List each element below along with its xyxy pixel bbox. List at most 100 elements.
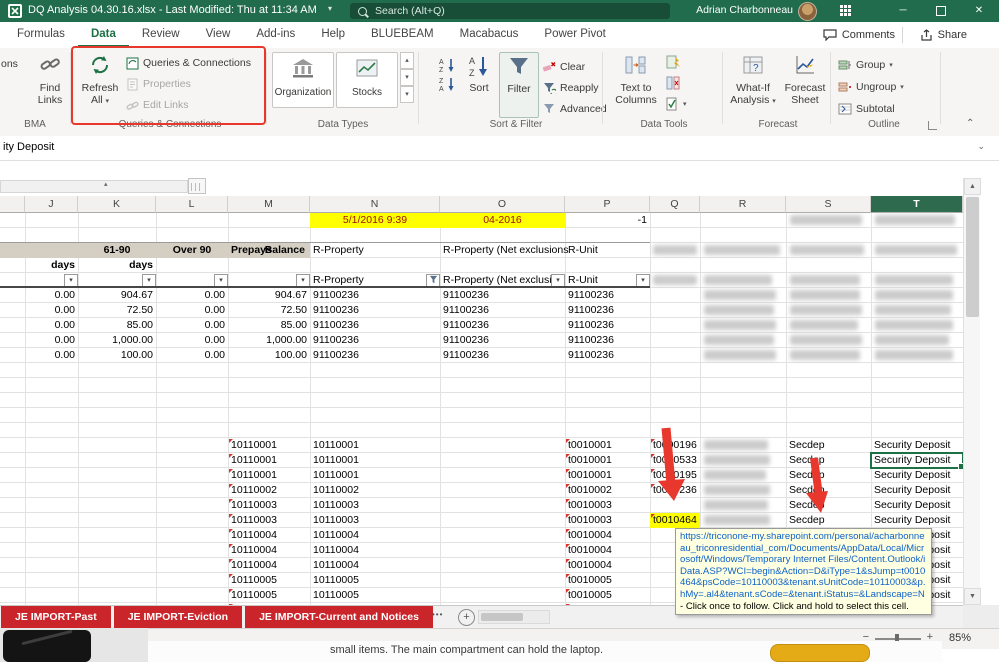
cell-r8-K[interactable]: 1,000.00 bbox=[78, 333, 156, 348]
ribbon-tab-help[interactable]: Help bbox=[308, 22, 358, 48]
cell-r7-J[interactable]: 0.00 bbox=[25, 318, 78, 333]
cell-r2-L[interactable]: Over 90 bbox=[156, 243, 228, 258]
cell-r18-Q[interactable]: t0000236 bbox=[650, 483, 700, 498]
cell-r17-S[interactable]: Secdep bbox=[786, 468, 871, 483]
horizontal-scroll-thumb[interactable] bbox=[481, 613, 523, 621]
title-caret-icon[interactable]: ▾ bbox=[328, 4, 332, 13]
cell-r5-L[interactable]: 0.00 bbox=[156, 288, 228, 303]
cell-r2-N[interactable]: R-Property bbox=[310, 243, 440, 258]
cell-r18-N[interactable]: 10110002 bbox=[310, 483, 440, 498]
cell-r2-O[interactable]: R-Property (Net exclusions bbox=[440, 243, 568, 258]
formula-bar[interactable]: ity Deposit ⌄ bbox=[0, 136, 999, 161]
cell-r0-N[interactable]: 5/1/2016 9:39 bbox=[310, 213, 440, 228]
cell-r20-T[interactable]: Security Deposit bbox=[871, 513, 963, 528]
vertical-scrollbar[interactable]: ▲ ▼ bbox=[963, 178, 981, 605]
cell-r17-N[interactable]: 10110001 bbox=[310, 468, 440, 483]
cell-r21-M[interactable]: 10110004 bbox=[228, 528, 310, 543]
column-header-N[interactable]: N bbox=[310, 196, 440, 213]
sheet-tab-overflow[interactable]: ••• bbox=[432, 610, 443, 619]
ribbon-tab-power-pivot[interactable]: Power Pivot bbox=[531, 22, 618, 48]
cell-r19-P[interactable]: t0010003 bbox=[565, 498, 650, 513]
formula-bar-expand-icon[interactable]: ⌄ bbox=[977, 141, 985, 152]
cell-r21-N[interactable]: 10110004 bbox=[310, 528, 440, 543]
vertical-scroll-thumb[interactable] bbox=[966, 197, 979, 317]
cell-r24-N[interactable]: 10110005 bbox=[310, 573, 440, 588]
zoom-level[interactable]: 85% bbox=[949, 632, 971, 644]
reapply-button[interactable]: Reapply bbox=[543, 79, 599, 97]
cell-r17-Q[interactable]: t0000195 bbox=[650, 468, 700, 483]
cell-r5-M[interactable]: 904.67 bbox=[228, 288, 310, 303]
pane-scroll-arrow-icon[interactable]: ▴ bbox=[104, 180, 108, 188]
cell-r19-M[interactable]: 10110003 bbox=[228, 498, 310, 513]
cell-r7-K[interactable]: 85.00 bbox=[78, 318, 156, 333]
cell-r9-K[interactable]: 100.00 bbox=[78, 348, 156, 363]
cell-r8-M[interactable]: 1,000.00 bbox=[228, 333, 310, 348]
cell-r16-M[interactable]: 10110001 bbox=[228, 453, 310, 468]
cell-r26-N[interactable]: 10110006 bbox=[310, 603, 440, 605]
cell-r7-M[interactable]: 85.00 bbox=[228, 318, 310, 333]
cell-r20-P[interactable]: t0010003 bbox=[565, 513, 650, 528]
find-links-button[interactable]: Find Links bbox=[28, 52, 72, 116]
cell-r19-T[interactable]: Security Deposit bbox=[871, 498, 963, 513]
dialog-launcher-icon[interactable] bbox=[928, 121, 937, 130]
sheet-tab-je-import-current-and-notices[interactable]: JE IMPORT-Current and Notices bbox=[245, 606, 433, 628]
cell-r17-P[interactable]: t0010001 bbox=[565, 468, 650, 483]
avatar[interactable] bbox=[798, 2, 817, 21]
sort-az-button[interactable]: AZ bbox=[437, 56, 459, 76]
cell-r24-P[interactable]: t0010005 bbox=[565, 573, 650, 588]
sort-za-button[interactable]: ZA bbox=[437, 75, 459, 95]
cell-r15-T[interactable]: Security Deposit bbox=[871, 438, 963, 453]
cell-r7-N[interactable]: 91100236 bbox=[310, 318, 440, 333]
cell-r19-S[interactable]: Secdep bbox=[786, 498, 871, 513]
cell-r0-P[interactable]: -1 bbox=[565, 213, 650, 228]
column-header-S[interactable]: S bbox=[786, 196, 871, 213]
clear-button[interactable]: Clear bbox=[543, 58, 585, 76]
cell-r9-O[interactable]: 91100236 bbox=[440, 348, 565, 363]
cell-r16-N[interactable]: 10110001 bbox=[310, 453, 440, 468]
cell-r5-J[interactable]: 0.00 bbox=[25, 288, 78, 303]
cell-r17-M[interactable]: 10110001 bbox=[228, 468, 310, 483]
scroll-up-button[interactable]: ▲ bbox=[964, 178, 981, 195]
cell-r5-P[interactable]: 91100236 bbox=[565, 288, 650, 303]
cell-r17-T[interactable]: Security Deposit bbox=[871, 468, 963, 483]
gallery-up-button[interactable]: ▴ bbox=[400, 52, 414, 69]
cell-r7-L[interactable]: 0.00 bbox=[156, 318, 228, 333]
search-box[interactable]: Search (Alt+Q) bbox=[350, 3, 670, 19]
cell-r16-S[interactable]: Secdep bbox=[786, 453, 871, 468]
cell-r21-P[interactable]: t0010004 bbox=[565, 528, 650, 543]
cell-r6-K[interactable]: 72.50 bbox=[78, 303, 156, 318]
remove-duplicates-button[interactable] bbox=[666, 76, 681, 90]
data-validation-button[interactable]: ▾ bbox=[666, 97, 687, 111]
cell-r3-K[interactable]: days bbox=[78, 258, 156, 273]
cell-r6-P[interactable]: 91100236 bbox=[565, 303, 650, 318]
cell-r18-M[interactable]: 10110002 bbox=[228, 483, 310, 498]
text-to-columns-button[interactable]: Text to Columns bbox=[612, 52, 660, 116]
cell-r25-N[interactable]: 10110005 bbox=[310, 588, 440, 603]
cell-r9-L[interactable]: 0.00 bbox=[156, 348, 228, 363]
gallery-more-button[interactable]: ▾ bbox=[400, 86, 414, 103]
maximize-button[interactable] bbox=[925, 0, 957, 22]
share-button[interactable]: Share bbox=[920, 25, 967, 45]
sheet-tab-je-import-past[interactable]: JE IMPORT-Past bbox=[1, 606, 111, 628]
close-button[interactable]: ✕ bbox=[963, 0, 995, 22]
comments-button[interactable]: Comments bbox=[823, 25, 895, 45]
pane-scrollbar-track[interactable] bbox=[0, 180, 188, 193]
column-header-L[interactable]: L bbox=[156, 196, 228, 213]
cell-r6-L[interactable]: 0.00 bbox=[156, 303, 228, 318]
cell-r20-M[interactable]: 10110003 bbox=[228, 513, 310, 528]
minimize-button[interactable]: ─ bbox=[887, 0, 919, 22]
cell-r9-M[interactable]: 100.00 bbox=[228, 348, 310, 363]
column-header-J[interactable]: J bbox=[25, 196, 78, 213]
cell-r6-J[interactable]: 0.00 bbox=[25, 303, 78, 318]
data-type-stocks[interactable]: Stocks bbox=[336, 52, 398, 108]
ribbon-tab-add-ins[interactable]: Add-ins bbox=[243, 22, 308, 48]
add-sheet-button[interactable]: + bbox=[458, 609, 475, 626]
column-header-partial[interactable] bbox=[0, 196, 25, 213]
cell-r3-J[interactable]: days bbox=[25, 258, 78, 273]
flash-fill-button[interactable] bbox=[666, 55, 681, 69]
overlay-yellow-button[interactable] bbox=[770, 644, 870, 662]
cell-r0-O[interactable]: 04-2016 bbox=[440, 213, 565, 228]
user-name[interactable]: Adrian Charbonneau bbox=[696, 4, 793, 16]
subtotal-button[interactable]: Subtotal bbox=[838, 100, 895, 118]
gallery-down-button[interactable]: ▾ bbox=[400, 69, 414, 86]
